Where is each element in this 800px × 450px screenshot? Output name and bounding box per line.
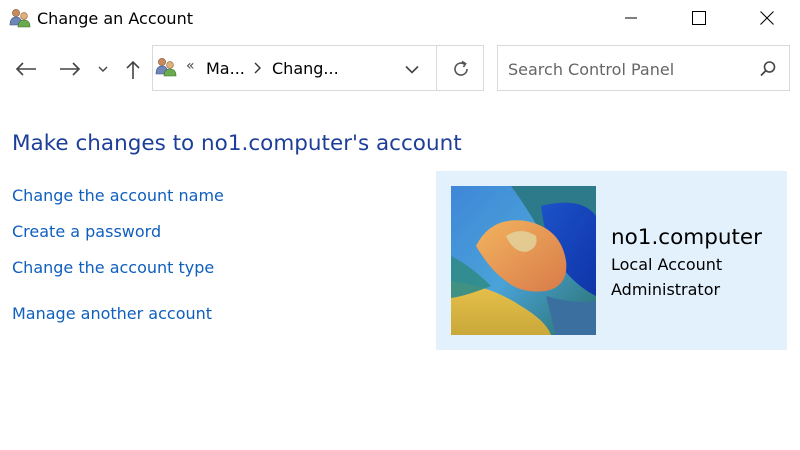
maximize-icon: [692, 11, 706, 25]
create-password-link[interactable]: Create a password: [12, 222, 161, 241]
forward-button[interactable]: [56, 58, 84, 80]
minimize-icon: [625, 17, 637, 19]
user-accounts-icon: [9, 8, 31, 28]
close-icon: [760, 11, 774, 25]
chevron-down-icon: [405, 65, 419, 74]
refresh-icon: [454, 60, 468, 76]
maximize-button[interactable]: [676, 0, 722, 36]
arrow-up-icon: [126, 60, 140, 79]
user-accounts-icon: [155, 57, 177, 79]
account-type: Local Account: [611, 255, 723, 274]
change-account-name-link[interactable]: Change the account name: [12, 186, 224, 205]
page-title: Make changes to no1.computer's account: [12, 131, 462, 156]
avatar: [451, 186, 596, 335]
breadcrumb-overflow[interactable]: «: [186, 58, 195, 74]
chevron-down-icon: [98, 66, 108, 72]
search-icon[interactable]: [758, 58, 778, 80]
back-button[interactable]: [12, 58, 40, 80]
address-dropdown-button[interactable]: [402, 60, 422, 78]
chevron-right-icon[interactable]: [250, 58, 264, 78]
recent-locations-button[interactable]: [94, 60, 112, 78]
breadcrumb-segment[interactable]: Chang...: [272, 59, 339, 78]
arrow-left-icon: [15, 62, 36, 76]
address-divider: [436, 46, 437, 90]
search-input[interactable]: [508, 57, 744, 81]
arrow-right-icon: [60, 62, 81, 76]
up-button[interactable]: [122, 58, 144, 82]
window-title: Change an Account: [37, 9, 193, 28]
refresh-button[interactable]: [448, 56, 474, 82]
minimize-button[interactable]: [608, 0, 654, 36]
manage-another-account-link[interactable]: Manage another account: [12, 304, 212, 323]
close-button[interactable]: [744, 0, 790, 36]
breadcrumb-segment[interactable]: Ma...: [206, 59, 245, 78]
change-account-type-link[interactable]: Change the account type: [12, 258, 214, 277]
account-role: Administrator: [611, 280, 721, 299]
account-name: no1.computer: [611, 225, 762, 250]
